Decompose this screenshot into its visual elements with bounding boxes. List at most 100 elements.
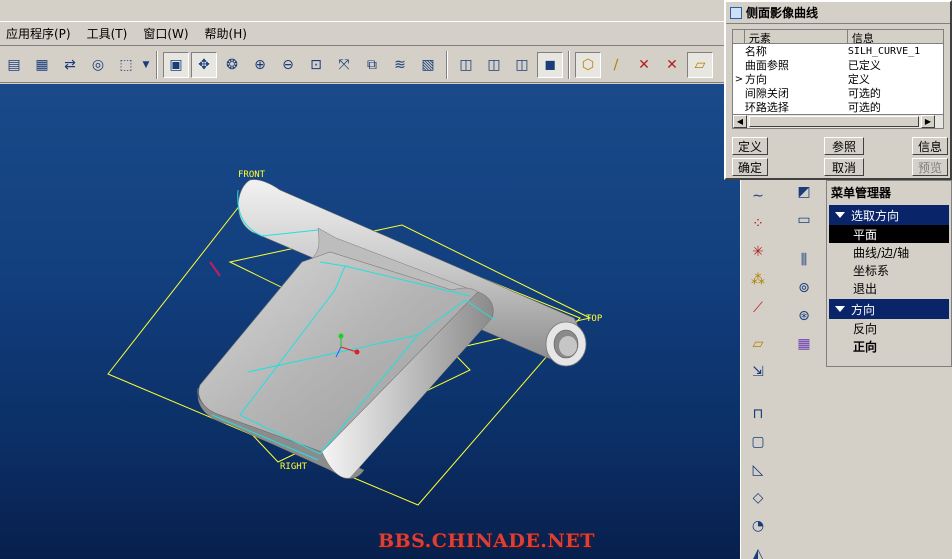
reorient-icon[interactable]: ⤧: [331, 52, 357, 78]
wireframe-icon[interactable]: ◫: [453, 52, 479, 78]
datum-axis-tool-icon[interactable]: ⟋: [746, 296, 770, 320]
coordinate-systems-icon[interactable]: ✕: [659, 52, 685, 78]
sketched-curve-icon[interactable]: ∼: [746, 184, 770, 208]
round-tool-icon[interactable]: ◔: [746, 514, 770, 538]
view-manager-icon[interactable]: ▧: [415, 52, 441, 78]
datum-points-icon[interactable]: ✕: [631, 52, 657, 78]
zoom-out-icon[interactable]: ⊖: [275, 52, 301, 78]
reference-button[interactable]: 参照: [824, 137, 864, 155]
toolbar-separator: [446, 50, 448, 79]
menu-bar: 应用程序(P) 工具(T) 窗口(W) 帮助(H): [0, 22, 724, 46]
dialog-window-icon: [730, 6, 742, 19]
merge-tool-icon[interactable]: ⊚: [792, 276, 816, 300]
preview-button: 预览: [912, 158, 948, 176]
annotation-tool-icon[interactable]: ▱: [746, 332, 770, 356]
dialog-title: 侧面影像曲线: [746, 6, 819, 20]
collapse-triangle-icon: [835, 212, 845, 218]
spin-center-icon[interactable]: ✥: [191, 51, 217, 78]
datum-analysis-icon[interactable]: ⁂: [746, 268, 770, 292]
saved-views-icon[interactable]: ⧉: [359, 52, 385, 78]
direction-arrow-icon: [209, 261, 221, 277]
datum-point-tool-icon[interactable]: ⁘: [746, 212, 770, 236]
table-row[interactable]: 名称 SILH_CURVE_1: [733, 44, 943, 58]
trim-tool-icon[interactable]: ⊛: [792, 304, 816, 328]
toolbar-separator: [156, 50, 158, 79]
menu-item-flip[interactable]: 反向: [829, 319, 949, 337]
layers-icon[interactable]: ≋: [387, 52, 413, 78]
dialog-titlebar[interactable]: 侧面影像曲线: [726, 2, 950, 24]
model-canvas: FRONT TOP RIGHT: [107, 170, 603, 506]
section-direction[interactable]: 方向: [829, 299, 949, 319]
current-row-chevron-icon: >: [734, 73, 744, 85]
datum-planes-icon[interactable]: ⬡: [575, 51, 601, 78]
datum-axes-icon[interactable]: ∕: [603, 52, 629, 78]
menu-manager: 菜单管理器 选取方向 平面 曲线/边/轴 坐标系 退出 方向 反向 正向: [826, 180, 952, 367]
zoom-in-icon[interactable]: ⊕: [247, 52, 273, 78]
triad-origin: [338, 333, 344, 339]
table-row[interactable]: 环路选择 可选的: [733, 100, 943, 114]
pattern-tool-icon[interactable]: ▦: [792, 332, 816, 356]
orient-mode-icon[interactable]: ❂: [219, 52, 245, 78]
table-row[interactable]: > 方向 定义: [733, 72, 943, 86]
find-icon[interactable]: ◎: [85, 52, 111, 78]
model-viewport[interactable]: FRONT TOP RIGHT: [0, 84, 740, 559]
menu-tools[interactable]: 工具(T): [87, 25, 128, 42]
surface-tool-icon[interactable]: ◩: [792, 180, 816, 204]
regenerate-icon[interactable]: ⇄: [57, 52, 83, 78]
sweep-tool-icon[interactable]: ◺: [746, 458, 770, 482]
menu-manager-title: 菜单管理器: [827, 181, 951, 203]
table-row[interactable]: 曲面参照 已定义: [733, 58, 943, 72]
ok-button[interactable]: 确定: [732, 158, 768, 176]
column-element[interactable]: 元素: [745, 30, 848, 45]
menu-item-quit[interactable]: 退出: [829, 279, 949, 297]
mirror-tool-icon[interactable]: ⫼: [792, 248, 816, 272]
hidden-line-icon[interactable]: ◫: [481, 52, 507, 78]
feature-toolbar: ∼ ⁘ ✳ ⁂ ⟋ ▱ ⇲ ⊓ ▢ ◺ ◇ ◔ ◭ ◩ ▭ ⫼ ⊚ ⊛ ▦: [740, 180, 826, 559]
toolbar-separator: [568, 50, 570, 79]
paste-icon[interactable]: ▤: [1, 52, 27, 78]
annotations-icon[interactable]: ▱: [687, 51, 713, 78]
menu-item-curve-edge-axis[interactable]: 曲线/边/轴: [829, 243, 949, 261]
menu-item-csys[interactable]: 坐标系: [829, 261, 949, 279]
menu-help[interactable]: 帮助(H): [205, 25, 247, 42]
datum-label-top: TOP: [586, 314, 603, 324]
refit-icon[interactable]: ⊡: [303, 52, 329, 78]
shading-icon[interactable]: ◼: [537, 51, 563, 78]
table-row[interactable]: 间隙关闭 可选的: [733, 86, 943, 100]
collapse-triangle-icon: [835, 306, 845, 312]
triad-x-end: [354, 349, 360, 355]
dropdown-arrow-icon[interactable]: ▼: [141, 52, 151, 78]
silhouette-curve-dialog: 侧面影像曲线 元素 信息 名称 SILH_CURVE_1 曲面参照 已定义 > …: [724, 0, 952, 180]
datum-label-front: FRONT: [238, 170, 266, 180]
coordinate-system-tool-icon[interactable]: ✳: [746, 240, 770, 264]
menu-window[interactable]: 窗口(W): [143, 25, 188, 42]
horizontal-scrollbar[interactable]: ◀ ▶: [733, 114, 943, 128]
menu-item-plane[interactable]: 平面: [829, 225, 949, 243]
watermark: BBS.CHINADE.NET: [378, 530, 595, 552]
paste-special-icon[interactable]: ▦: [29, 52, 55, 78]
scroll-thumb[interactable]: [749, 116, 919, 127]
element-table: 元素 信息 名称 SILH_CURVE_1 曲面参照 已定义 > 方向 定义 间…: [732, 29, 944, 129]
datum-label-right: RIGHT: [280, 462, 308, 472]
scroll-right-icon[interactable]: ▶: [921, 115, 935, 128]
scroll-left-icon[interactable]: ◀: [733, 115, 747, 128]
blend-tool-icon[interactable]: ◇: [746, 486, 770, 510]
info-button[interactable]: 信息: [912, 137, 948, 155]
menu-item-okay[interactable]: 正向: [829, 337, 949, 355]
select-box-icon[interactable]: ⬚: [113, 52, 139, 78]
insert-mode-icon[interactable]: ⇲: [746, 360, 770, 384]
define-button[interactable]: 定义: [732, 137, 768, 155]
menu-applications[interactable]: 应用程序(P): [6, 25, 71, 42]
cylinder-hole-inner: [559, 336, 577, 356]
section-select-direction[interactable]: 选取方向: [829, 205, 949, 225]
column-info[interactable]: 信息: [848, 30, 943, 45]
revolve-tool-icon[interactable]: ▢: [746, 430, 770, 454]
window-top-strip: [0, 0, 724, 22]
boundary-blend-icon[interactable]: ▭: [792, 208, 816, 232]
cancel-button[interactable]: 取消: [824, 158, 864, 176]
no-hidden-icon[interactable]: ◫: [509, 52, 535, 78]
chamfer-tool-icon[interactable]: ◭: [746, 542, 770, 559]
repaint-icon[interactable]: ▣: [163, 51, 189, 78]
main-toolbar: ▤ ▦ ⇄ ◎ ⬚ ▼ ▣ ✥ ❂ ⊕ ⊖ ⊡ ⤧ ⧉ ≋ ▧ ◫ ◫ ◫ ◼ …: [0, 47, 724, 83]
extrude-tool-icon[interactable]: ⊓: [746, 402, 770, 426]
